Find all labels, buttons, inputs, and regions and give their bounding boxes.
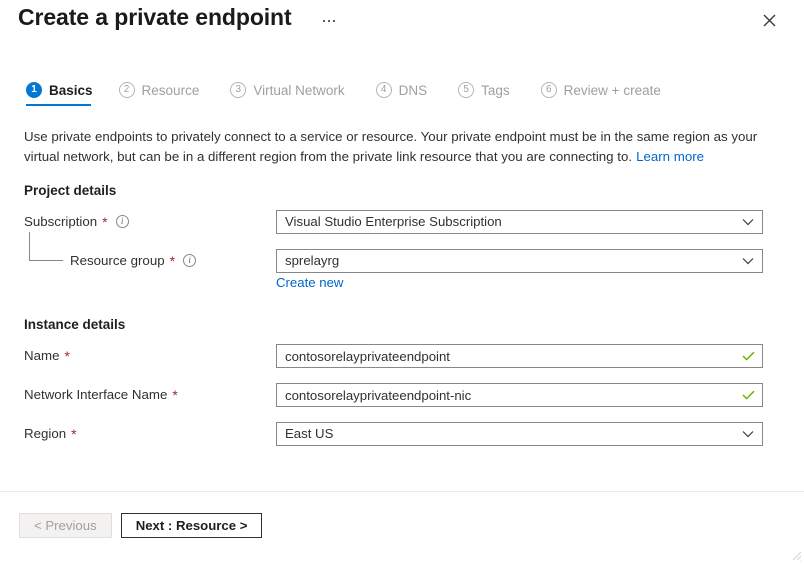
- footer-divider: [0, 491, 804, 492]
- tab-step-number: 2: [119, 82, 135, 98]
- resource-group-value: sprelayrg: [285, 254, 741, 267]
- form-description: Use private endpoints to privately conne…: [24, 127, 764, 167]
- resource-group-label: Resource group * i: [70, 253, 196, 268]
- tab-label: Virtual Network: [253, 83, 344, 98]
- region-label-text: Region: [24, 426, 66, 441]
- ellipsis-dot: [333, 20, 336, 23]
- required-asterisk: *: [64, 349, 69, 363]
- page-title: Create a private endpoint: [18, 4, 292, 31]
- tab-review-create[interactable]: 6 Review + create: [541, 82, 676, 106]
- tab-tags[interactable]: 5 Tags: [458, 82, 525, 106]
- footer-actions: < Previous Next : Resource >: [19, 513, 262, 538]
- next-resource-button[interactable]: Next : Resource >: [121, 513, 263, 538]
- subscription-value: Visual Studio Enterprise Subscription: [285, 215, 741, 228]
- tab-label: Basics: [49, 83, 93, 98]
- subscription-dropdown[interactable]: Visual Studio Enterprise Subscription: [276, 210, 763, 234]
- resource-group-label-text: Resource group: [70, 253, 165, 268]
- create-new-resource-group-link[interactable]: Create new: [276, 275, 343, 290]
- learn-more-link[interactable]: Learn more: [636, 149, 704, 164]
- previous-button[interactable]: < Previous: [19, 513, 112, 538]
- chevron-down-icon: [741, 215, 755, 229]
- region-label: Region *: [24, 426, 77, 441]
- name-field[interactable]: [276, 344, 763, 368]
- required-asterisk: *: [170, 254, 175, 268]
- tab-step-number: 1: [26, 82, 42, 98]
- network-interface-name-input[interactable]: [285, 385, 741, 405]
- tab-label: Tags: [481, 83, 510, 98]
- valid-check-icon: [741, 388, 755, 402]
- tab-dns[interactable]: 4 DNS: [376, 82, 443, 106]
- instance-details-heading: Instance details: [24, 317, 125, 332]
- tab-step-number: 6: [541, 82, 557, 98]
- ellipsis-dot: [323, 20, 326, 23]
- subscription-label: Subscription * i: [24, 214, 129, 229]
- hierarchy-connector-line: [29, 232, 63, 261]
- chevron-down-icon: [741, 254, 755, 268]
- close-icon[interactable]: [756, 7, 782, 33]
- region-value: East US: [285, 427, 741, 440]
- tab-step-number: 3: [230, 82, 246, 98]
- tab-label: DNS: [399, 83, 428, 98]
- resize-handle[interactable]: [790, 548, 802, 560]
- name-input[interactable]: [285, 346, 741, 366]
- project-details-heading: Project details: [24, 183, 116, 198]
- tab-virtual-network[interactable]: 3 Virtual Network: [230, 82, 359, 106]
- wizard-tabs: 1 Basics 2 Resource 3 Virtual Network 4 …: [26, 82, 692, 106]
- tab-step-number: 5: [458, 82, 474, 98]
- subscription-label-text: Subscription: [24, 214, 97, 229]
- tab-label: Review + create: [564, 83, 661, 98]
- region-dropdown[interactable]: East US: [276, 422, 763, 446]
- name-label-text: Name: [24, 348, 59, 363]
- network-interface-name-label: Network Interface Name *: [24, 387, 178, 402]
- required-asterisk: *: [172, 388, 177, 402]
- resource-group-dropdown[interactable]: sprelayrg: [276, 249, 763, 273]
- tab-resource[interactable]: 2 Resource: [119, 82, 215, 106]
- dialog-header: Create a private endpoint: [0, 0, 804, 58]
- network-interface-name-field[interactable]: [276, 383, 763, 407]
- tab-label: Resource: [142, 83, 200, 98]
- more-options-icon[interactable]: [318, 10, 340, 32]
- chevron-down-icon: [741, 427, 755, 441]
- required-asterisk: *: [71, 427, 76, 441]
- name-label: Name *: [24, 348, 70, 363]
- valid-check-icon: [741, 349, 755, 363]
- network-interface-name-label-text: Network Interface Name: [24, 387, 167, 402]
- ellipsis-dot: [328, 20, 331, 23]
- tab-step-number: 4: [376, 82, 392, 98]
- info-icon[interactable]: i: [116, 215, 129, 228]
- required-asterisk: *: [102, 215, 107, 229]
- info-icon[interactable]: i: [183, 254, 196, 267]
- tab-basics[interactable]: 1 Basics: [26, 82, 103, 106]
